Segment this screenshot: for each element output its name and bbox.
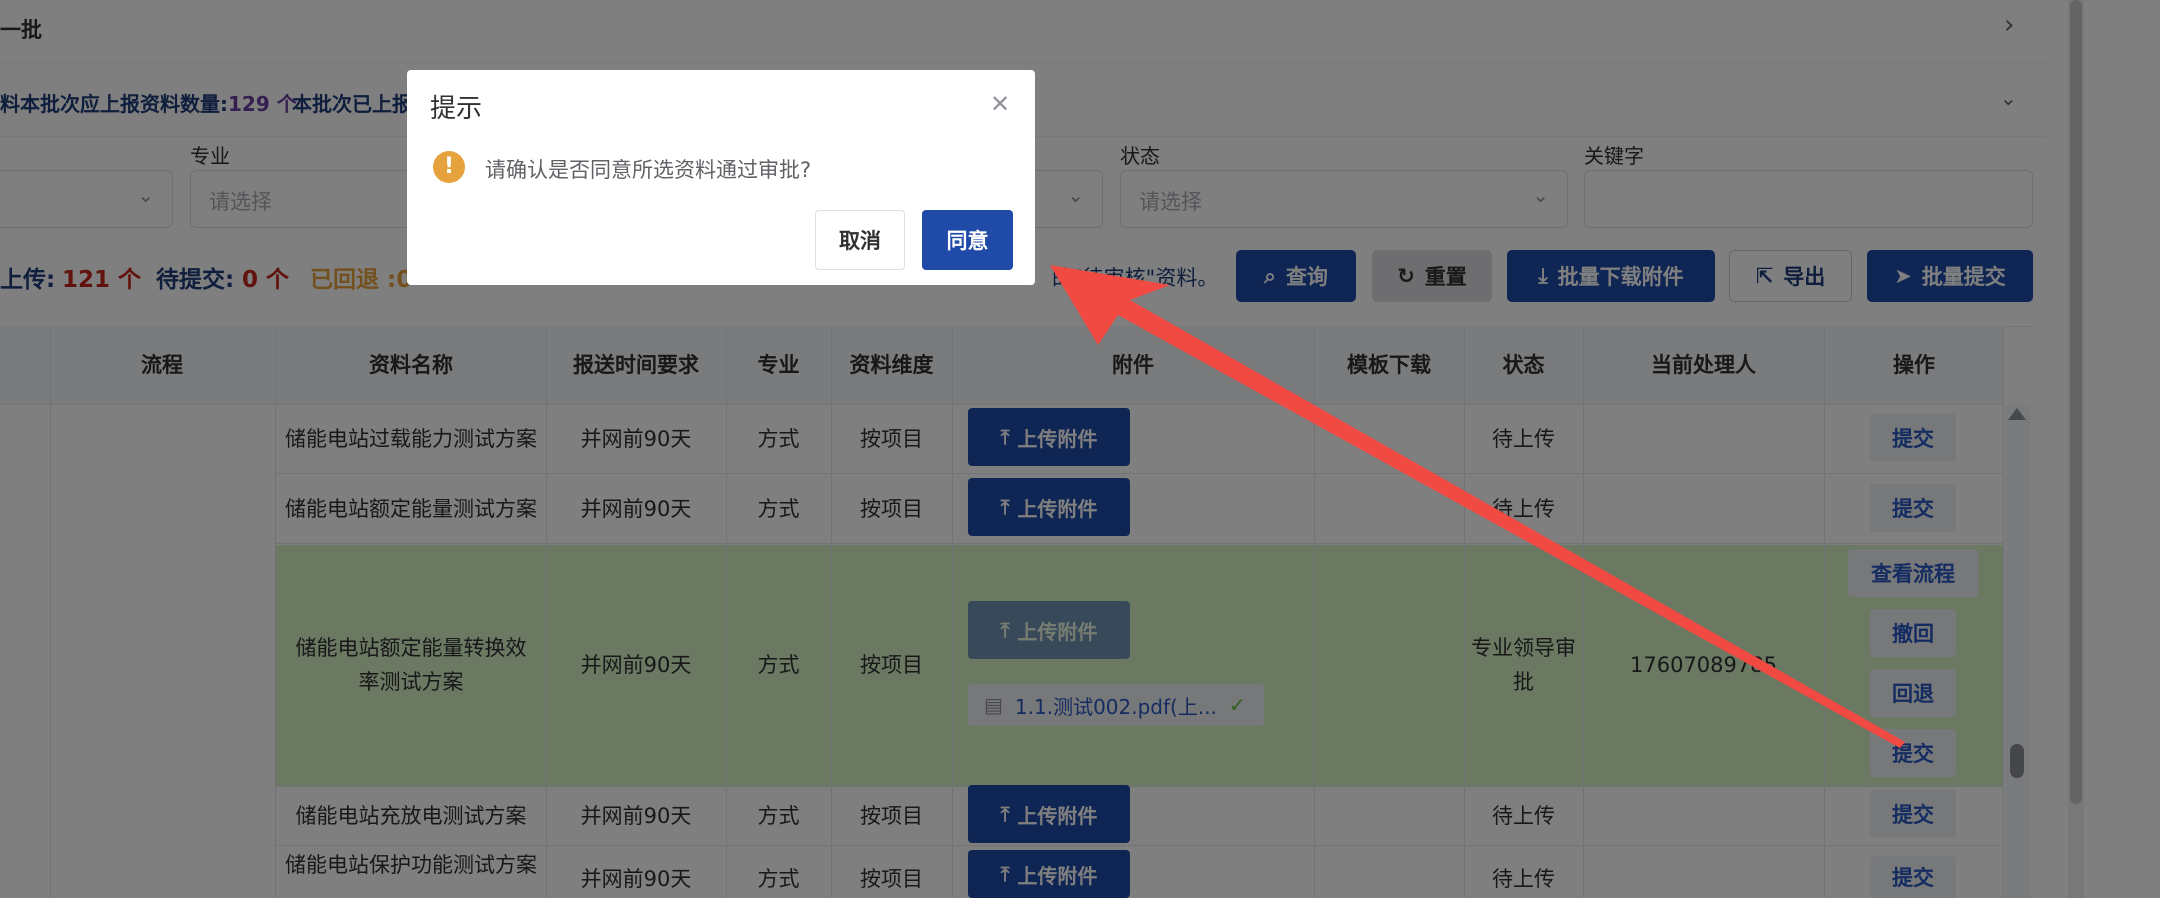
annotation-arrow — [1050, 265, 1905, 748]
arrow-shape — [1050, 265, 1905, 748]
